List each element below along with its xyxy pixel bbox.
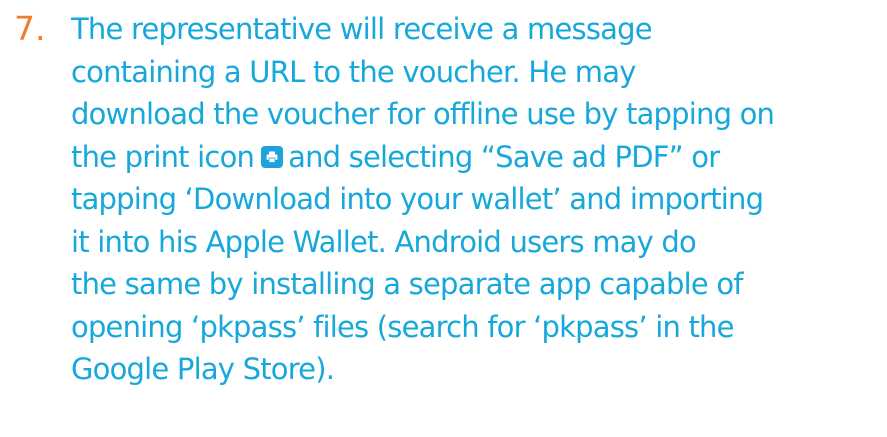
step-text-line-with-icon: the print icon and selecting “Save ad PDF…: [71, 134, 774, 177]
step-text-line: Google Play Store).: [71, 352, 335, 386]
step-number: 7.: [14, 9, 46, 48]
step-text-line: download the voucher for offline use by …: [71, 97, 775, 131]
instruction-step-7: 7. The representative will receive a mes…: [0, 0, 887, 437]
step-text-line: The representative will receive a messag…: [71, 12, 653, 46]
step-text-line: it into his Apple Wallet. Android users …: [71, 224, 697, 259]
step-text-line: opening ‘pkpass’ files (search for ‘pkpa…: [71, 309, 734, 344]
step-text: The representative will receive a messag…: [71, 6, 775, 389]
step-text-fragment: and selecting “Save ad PDF” or: [288, 139, 720, 174]
step-text-line: tapping ‘Download into your wallet’ and …: [71, 182, 764, 216]
step-text-line: the same by installing a separate app ca…: [71, 267, 743, 301]
step-text-line: containing a URL to the voucher. He may: [71, 54, 636, 89]
step-text-fragment: the print icon: [71, 139, 255, 174]
print-icon: [261, 145, 284, 168]
